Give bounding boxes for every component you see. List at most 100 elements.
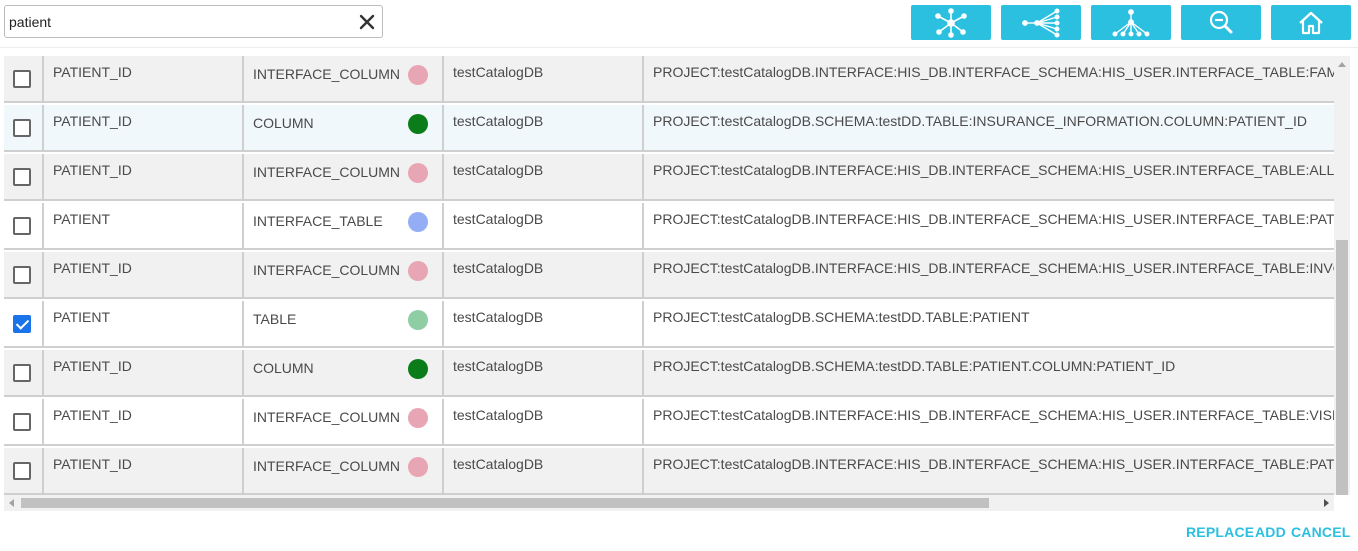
type-label: TABLE	[253, 311, 297, 327]
row-select-cell	[4, 203, 44, 248]
path-cell: PROJECT:testCatalogDB.SCHEMA:testDD.TABL…	[653, 358, 1176, 374]
vertical-scroll-thumb[interactable]	[1336, 240, 1348, 495]
path-cell: PROJECT:testCatalogDB.INTERFACE:HIS_DB.I…	[653, 162, 1334, 178]
database-cell: testCatalogDB	[444, 105, 644, 150]
path-cell: PROJECT:testCatalogDB.INTERFACE:HIS_DB.I…	[653, 456, 1334, 472]
path-cell: PROJECT:testCatalogDB.INTERFACE:HIS_DB.I…	[653, 211, 1334, 227]
scroll-right-icon[interactable]	[1324, 499, 1329, 507]
replace-button[interactable]: REPLACE	[1186, 524, 1254, 540]
zoom-out-button[interactable]	[1181, 5, 1261, 40]
horizontal-tree-layout-button[interactable]	[1001, 5, 1081, 40]
horizontal-scrollbar[interactable]	[4, 495, 1334, 511]
search-box	[4, 5, 383, 38]
radial-layout-button[interactable]	[911, 5, 991, 40]
type-label: COLUMN	[253, 360, 314, 376]
database-cell: testCatalogDB	[444, 399, 644, 444]
row-checkbox[interactable]	[13, 266, 31, 284]
type-color-dot	[408, 163, 428, 183]
table-row[interactable]: PATIENT_ID INTERFACE_COLUMN testCatalogDB P…	[4, 154, 1334, 201]
path-cell: PROJECT:testCatalogDB.INTERFACE:HIS_DB.I…	[653, 260, 1334, 276]
type-color-dot	[408, 310, 428, 330]
type-color-dot	[408, 261, 428, 281]
type-label: INTERFACE_COLUMN	[253, 164, 401, 180]
type-label: INTERFACE_COLUMN	[253, 262, 401, 278]
type-color-dot	[408, 408, 428, 428]
row-select-cell	[4, 252, 44, 297]
row-checkbox[interactable]	[13, 217, 31, 235]
database-cell: testCatalogDB	[444, 350, 644, 395]
vertical-tree-icon	[1112, 8, 1150, 37]
database-cell: testCatalogDB	[444, 203, 644, 248]
home-button[interactable]	[1271, 5, 1351, 40]
database-cell: testCatalogDB	[444, 252, 644, 297]
table-row[interactable]: PATIENT_ID INTERFACE_COLUMN testCatalogDB P…	[4, 56, 1334, 103]
row-checkbox[interactable]	[13, 364, 31, 382]
row-checkbox[interactable]	[13, 168, 31, 186]
type-color-dot	[408, 359, 428, 379]
results-table: PATIENT_ID INTERFACE_COLUMN testCatalogDB P…	[4, 56, 1334, 495]
name-cell: PATIENT	[44, 301, 244, 346]
table-row[interactable]: PATIENT_ID INTERFACE_COLUMN testCatalogDB P…	[4, 252, 1334, 299]
name-cell: PATIENT_ID	[44, 448, 244, 493]
table-row[interactable]: PATIENT_ID COLUMN testCatalogDB PROJECT:tes…	[4, 105, 1334, 152]
type-cell: INTERFACE_COLUMN	[244, 252, 444, 297]
scroll-left-icon[interactable]	[9, 499, 14, 507]
row-checkbox[interactable]	[13, 413, 31, 431]
type-cell: INTERFACE_COLUMN	[244, 56, 444, 101]
row-select-cell	[4, 56, 44, 101]
vertical-scrollbar[interactable]	[1334, 56, 1350, 495]
row-select-cell	[4, 105, 44, 150]
table-row[interactable]: PATIENT TABLE testCatalogDB PROJECT:testCat…	[4, 301, 1334, 348]
search-input[interactable]	[9, 6, 349, 37]
type-label: INTERFACE_COLUMN	[253, 66, 401, 82]
type-label: INTERFACE_TABLE	[253, 213, 383, 229]
home-icon	[1299, 11, 1323, 34]
type-color-dot	[408, 212, 428, 232]
table-row[interactable]: PATIENT_ID COLUMN testCatalogDB PROJECT:tes…	[4, 350, 1334, 397]
cancel-button[interactable]: CANCEL	[1291, 524, 1351, 540]
name-cell: PATIENT_ID	[44, 56, 244, 101]
path-cell: PROJECT:testCatalogDB.SCHEMA:testDD.TABL…	[653, 113, 1307, 129]
type-cell: INTERFACE_TABLE	[244, 203, 444, 248]
name-cell: PATIENT_ID	[44, 399, 244, 444]
type-color-dot	[408, 114, 428, 134]
add-button[interactable]: ADD	[1255, 524, 1286, 540]
radial-graph-icon	[935, 7, 967, 38]
type-cell: INTERFACE_COLUMN	[244, 154, 444, 199]
type-cell: COLUMN	[244, 105, 444, 150]
type-cell: INTERFACE_COLUMN	[244, 448, 444, 493]
type-cell: INTERFACE_COLUMN	[244, 399, 444, 444]
name-cell: PATIENT_ID	[44, 154, 244, 199]
path-cell: PROJECT:testCatalogDB.INTERFACE:HIS_DB.I…	[653, 64, 1334, 80]
row-checkbox[interactable]	[13, 462, 31, 480]
name-cell: PATIENT_ID	[44, 350, 244, 395]
table-row[interactable]: PATIENT_ID INTERFACE_COLUMN testCatalogDB P…	[4, 448, 1334, 495]
row-select-cell	[4, 399, 44, 444]
table-row[interactable]: PATIENT INTERFACE_TABLE testCatalogDB PROJE…	[4, 203, 1334, 250]
type-label: INTERFACE_COLUMN	[253, 409, 401, 425]
database-cell: testCatalogDB	[444, 448, 644, 493]
name-cell: PATIENT_ID	[44, 105, 244, 150]
row-checkbox[interactable]	[13, 119, 31, 137]
type-color-dot	[408, 457, 428, 477]
horizontal-scroll-thumb[interactable]	[21, 498, 989, 508]
horizontal-tree-icon	[1022, 8, 1060, 38]
row-select-cell	[4, 448, 44, 493]
zoom-out-icon	[1209, 10, 1233, 33]
type-cell: COLUMN	[244, 350, 444, 395]
row-checkbox[interactable]	[13, 315, 31, 333]
path-cell: PROJECT:testCatalogDB.SCHEMA:testDD.TABL…	[653, 309, 1030, 325]
type-cell: TABLE	[244, 301, 444, 346]
table-row[interactable]: PATIENT_ID INTERFACE_COLUMN testCatalogDB P…	[4, 399, 1334, 446]
name-cell: PATIENT_ID	[44, 252, 244, 297]
row-checkbox[interactable]	[13, 70, 31, 88]
path-cell: PROJECT:testCatalogDB.INTERFACE:HIS_DB.I…	[653, 407, 1334, 423]
vertical-tree-layout-button[interactable]	[1091, 5, 1171, 40]
database-cell: testCatalogDB	[444, 154, 644, 199]
type-label: INTERFACE_COLUMN	[253, 458, 401, 474]
toolbar-divider	[0, 47, 1358, 48]
clear-search-button[interactable]	[356, 11, 378, 33]
type-color-dot	[408, 65, 428, 85]
scroll-up-icon[interactable]	[1338, 62, 1346, 67]
row-select-cell	[4, 350, 44, 395]
